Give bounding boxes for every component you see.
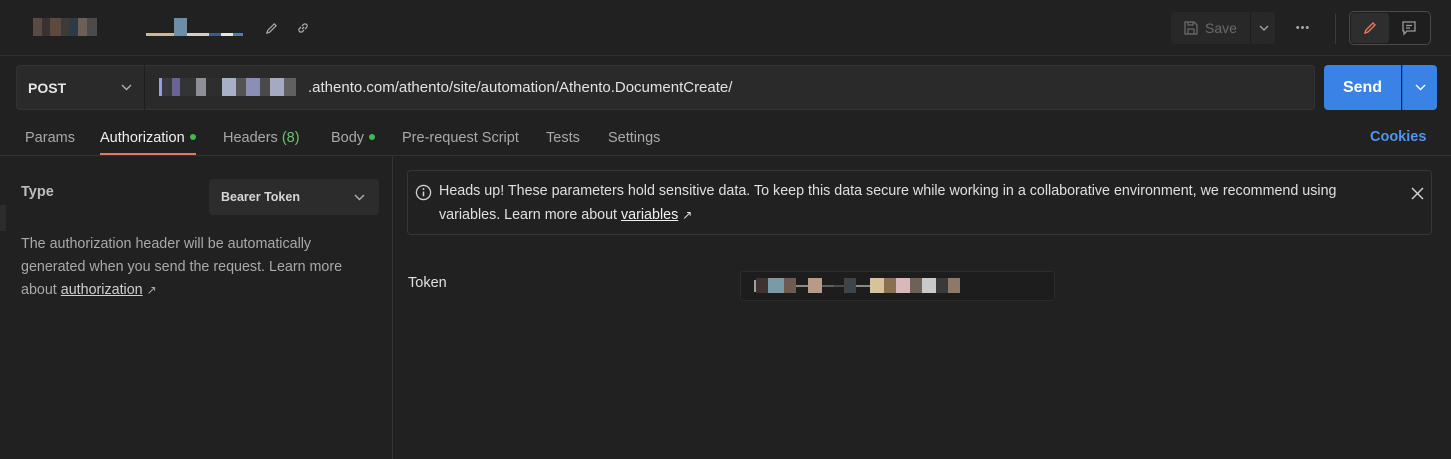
link-icon[interactable]	[294, 18, 312, 38]
comments-icon[interactable]	[1390, 13, 1428, 43]
request-tabs	[0, 118, 1451, 156]
more-label: •••	[1295, 22, 1311, 34]
url-input[interactable]: .athento.com/athento/site/automation/Ath…	[308, 78, 732, 98]
save-button[interactable]: Save	[1171, 12, 1249, 44]
edit-mode-pencil-icon[interactable]	[1351, 13, 1389, 43]
info-icon	[413, 182, 433, 202]
status-dot	[189, 134, 196, 141]
alert-text: Heads up! These parameters hold sensitiv…	[439, 183, 1337, 223]
token-label: Token	[408, 275, 447, 291]
external-link-icon: ↗	[146, 283, 157, 297]
tab-label: Authorization	[100, 130, 185, 146]
send-options-chevron-down-icon[interactable]	[1402, 65, 1437, 110]
edit-name-pencil-icon[interactable]	[262, 18, 280, 38]
more-actions-icon[interactable]: •••	[1288, 14, 1318, 42]
http-method-select[interactable]: POST	[16, 65, 145, 110]
send-button[interactable]: Send	[1324, 65, 1401, 110]
url-host-redacted[interactable]	[159, 78, 296, 96]
tab-settings[interactable]: Settings	[608, 129, 660, 147]
tab-params[interactable]: Params	[25, 129, 75, 147]
tab-label: Params	[25, 130, 75, 146]
tab-label: Headers	[223, 130, 278, 146]
toolbar-divider	[1335, 14, 1336, 44]
chevron-down-icon	[354, 194, 365, 200]
close-icon[interactable]	[1406, 182, 1428, 204]
tab-body[interactable]: Body	[331, 129, 376, 147]
tab-headers[interactable]: Headers (8)	[223, 129, 300, 147]
tab-label: Body	[331, 130, 365, 146]
save-options-chevron-down-icon[interactable]	[1250, 12, 1276, 44]
http-method-value: POST	[28, 79, 67, 96]
auth-type-value: Bearer Token	[221, 190, 300, 204]
auth-description: The authorization header will be automat…	[21, 233, 371, 302]
chevron-down-icon	[121, 84, 132, 91]
tab-label: Tests	[546, 130, 580, 146]
token-value-redacted	[754, 278, 960, 293]
panel-resize-handle[interactable]	[0, 205, 6, 231]
collection-title-redacted	[33, 18, 97, 36]
alert-message: Heads up! These parameters hold sensitiv…	[439, 179, 1389, 227]
status-dot	[369, 134, 376, 141]
active-tab-indicator	[100, 153, 196, 155]
type-label: Type	[21, 184, 54, 200]
auth-type-select[interactable]: Bearer Token	[209, 179, 379, 215]
tab-authorization[interactable]: Authorization	[100, 129, 196, 147]
save-label: Save	[1205, 20, 1237, 36]
tab-label: Settings	[608, 130, 661, 146]
tab-pre-request-script[interactable]: Pre-request Script	[402, 129, 519, 147]
cookies-link[interactable]: Cookies	[1370, 129, 1426, 145]
tab-label: Pre-request Script	[402, 130, 519, 146]
external-link-icon: ↗	[682, 208, 693, 222]
authorization-docs-link[interactable]: authorization	[61, 282, 143, 298]
floppy-disk-icon	[1184, 21, 1198, 35]
headers-count: (8)	[281, 130, 300, 146]
variables-link[interactable]: variables	[621, 207, 678, 223]
tab-tests[interactable]: Tests	[546, 129, 580, 147]
request-name-redacted[interactable]	[146, 18, 243, 36]
